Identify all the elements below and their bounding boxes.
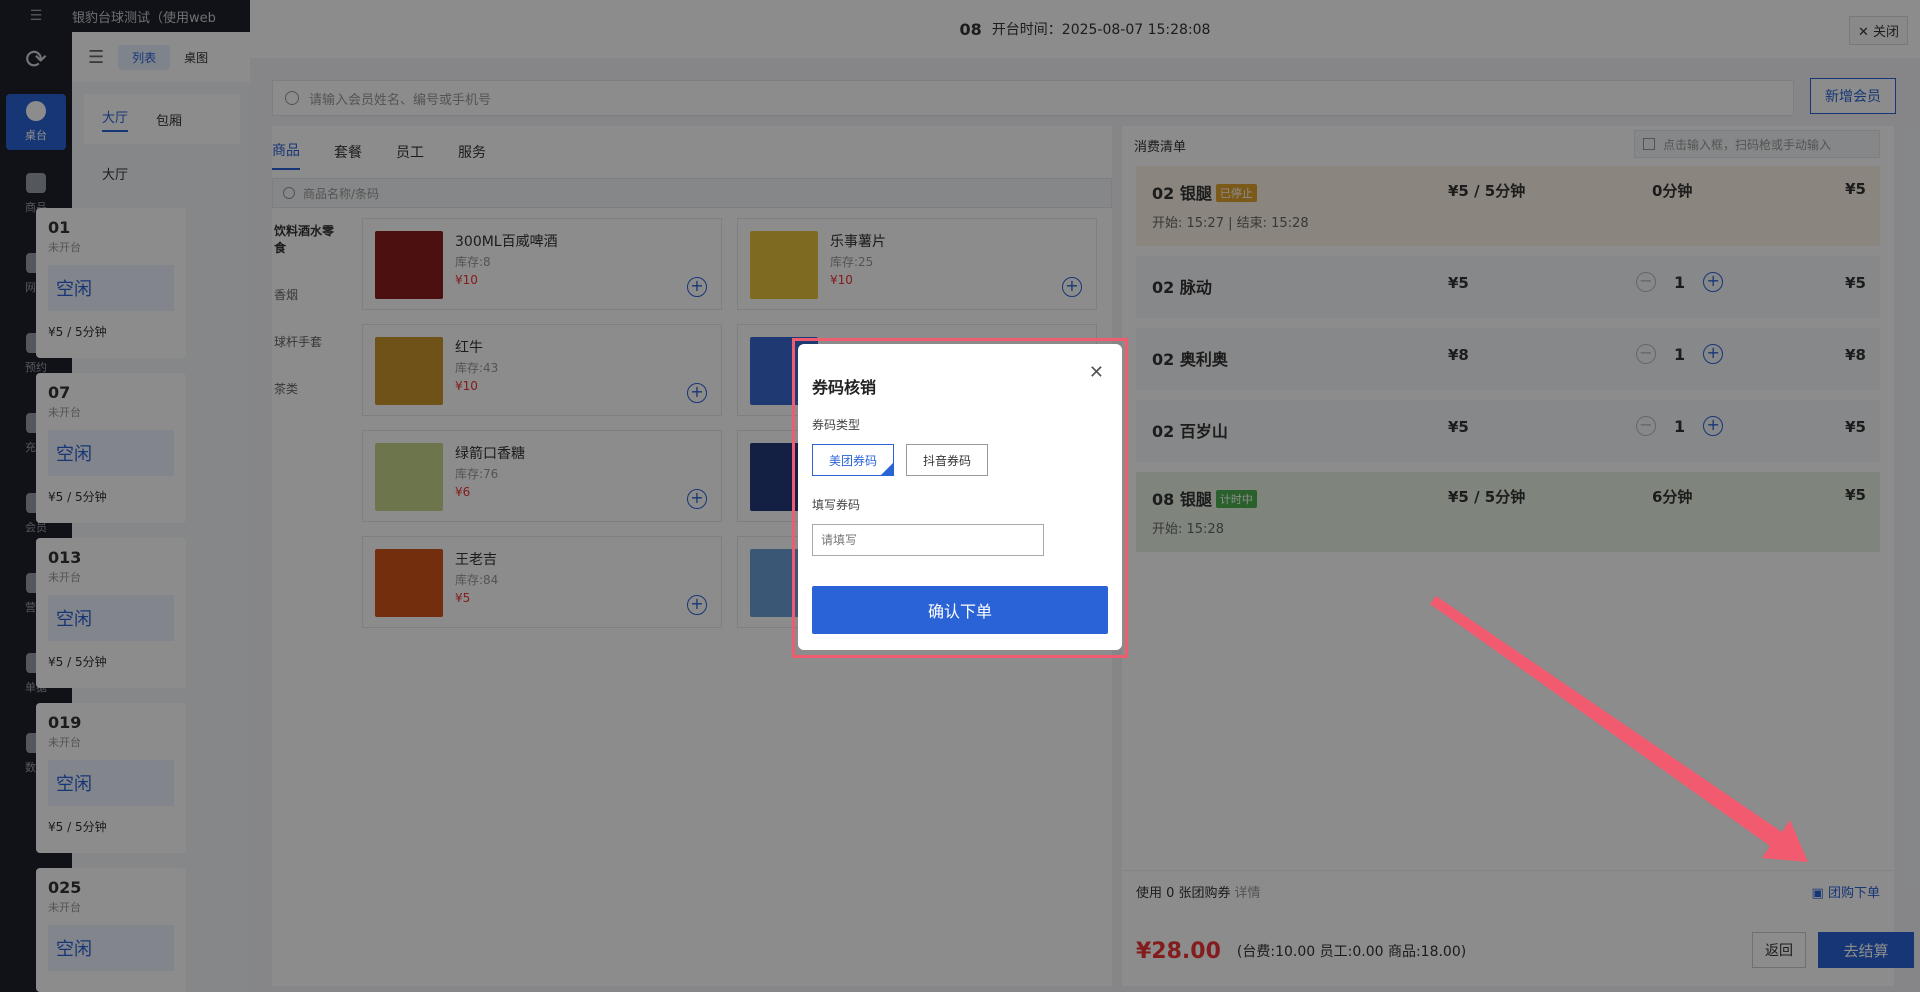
coupon-verify-dialog: 券码核销 ✕ 券码类型 美团券码 抖音券码 填写券码 确认下单 [798,344,1122,650]
coupon-code-input[interactable] [812,524,1044,556]
coupon-code-label: 填写券码 [812,498,861,512]
selected-check-icon [881,463,893,475]
confirm-order-button[interactable]: 确认下单 [812,586,1108,634]
coupon-type-label: 券码类型 [812,418,861,432]
dialog-title: 券码核销 [812,378,877,397]
close-icon[interactable]: ✕ [1089,362,1104,383]
douyin-coupon-button[interactable]: 抖音券码 [906,444,988,476]
meituan-coupon-button[interactable]: 美团券码 [812,444,894,476]
